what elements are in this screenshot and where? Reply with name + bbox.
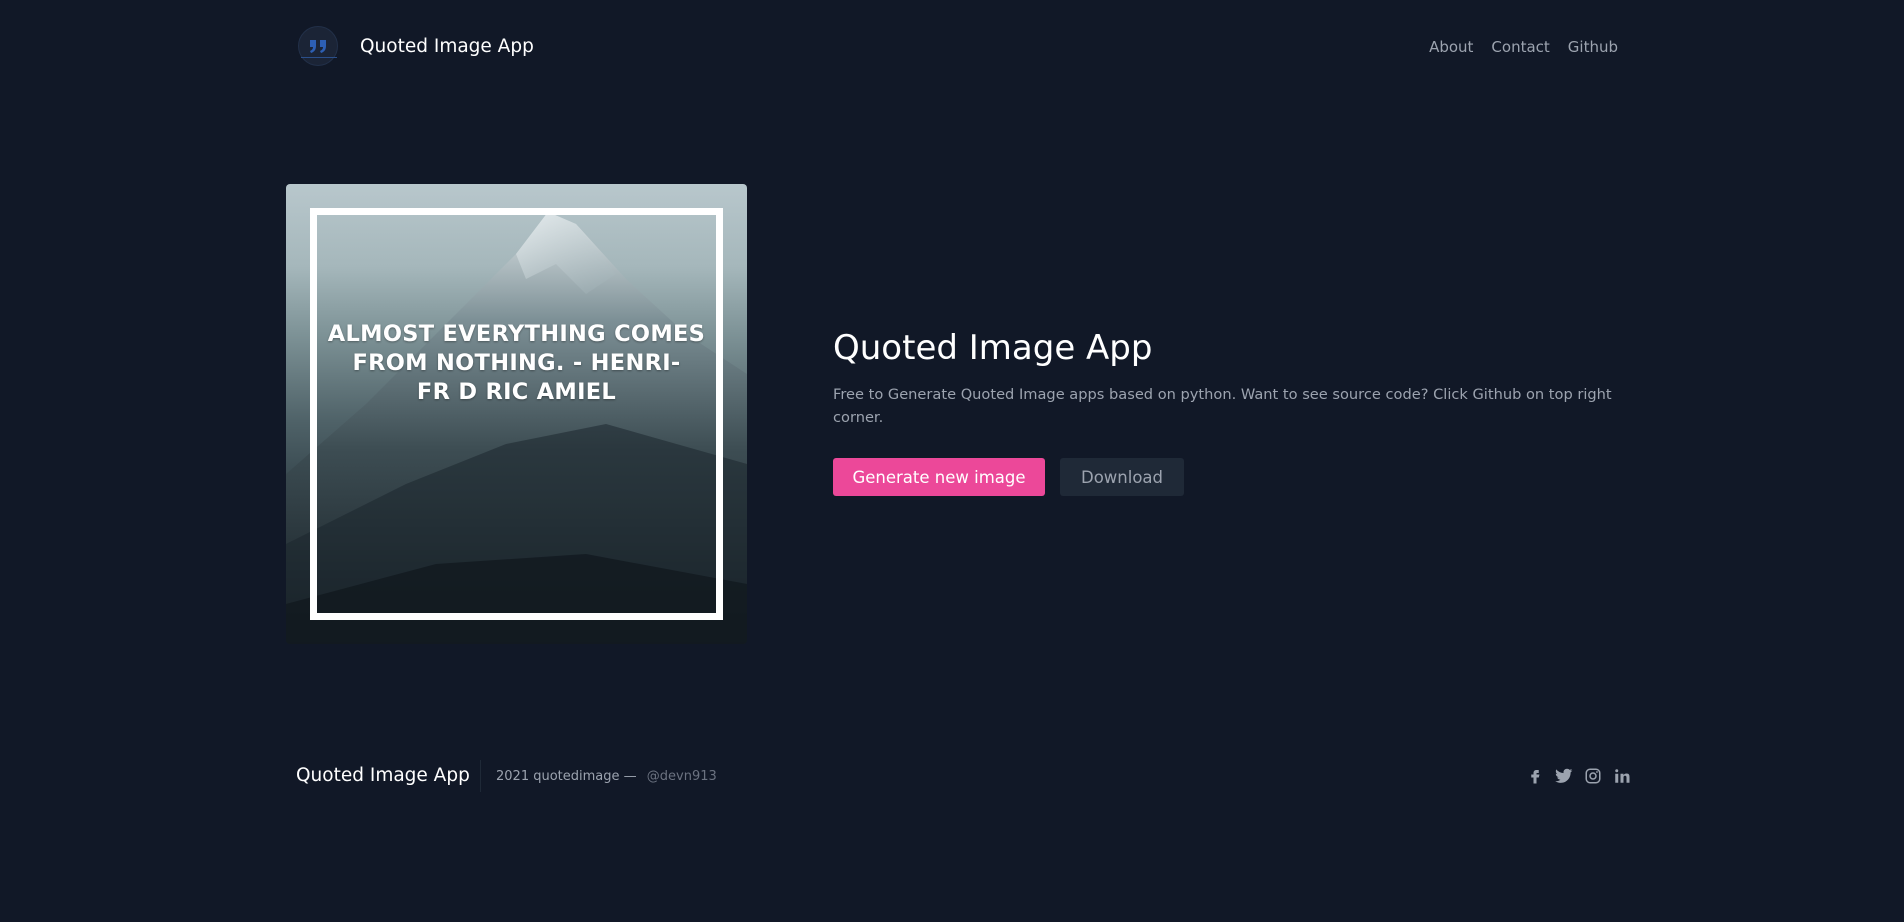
instagram-icon[interactable] <box>1584 767 1602 785</box>
linkedin-icon[interactable] <box>1613 767 1631 785</box>
nav-link-contact[interactable]: Contact <box>1491 38 1549 56</box>
site-title[interactable]: Quoted Image App <box>360 36 534 57</box>
footer-brand[interactable]: Quoted Image App <box>296 765 470 786</box>
hero-description: Free to Generate Quoted Image apps based… <box>833 386 1612 426</box>
nav-link-about[interactable]: About <box>1429 38 1473 56</box>
main-nav: About Contact Github <box>1429 38 1618 56</box>
hero-title: Quoted Image App <box>833 328 1153 368</box>
twitter-icon[interactable] <box>1555 767 1573 785</box>
quote-line: ALMOST EVERYTHING COMES <box>327 321 706 347</box>
copyright-text: 2021 quotedimage — <box>496 769 637 784</box>
quote-frame <box>310 208 723 620</box>
author-handle-link[interactable]: @devn913 <box>647 769 717 784</box>
download-button[interactable]: Download <box>1060 458 1184 496</box>
quote-image: ALMOST EVERYTHING COMES FROM NOTHING. - … <box>286 184 747 644</box>
footer-copyright: 2021 quotedimage — @devn913 <box>496 769 717 784</box>
site-header: Quoted Image App About Contact Github <box>286 0 1618 96</box>
generate-image-button[interactable]: Generate new image <box>833 458 1045 496</box>
quote-marks-icon[interactable] <box>298 26 338 66</box>
nav-link-github[interactable]: Github <box>1568 38 1618 56</box>
facebook-icon[interactable] <box>1526 767 1544 785</box>
social-links <box>1526 767 1631 785</box>
quote-text: ALMOST EVERYTHING COMES FROM NOTHING. - … <box>310 320 723 407</box>
quote-line: FROM NOTHING. - HENRI- <box>352 350 681 376</box>
footer-divider <box>480 760 481 792</box>
quote-line: FR D RIC AMIEL <box>416 379 617 405</box>
